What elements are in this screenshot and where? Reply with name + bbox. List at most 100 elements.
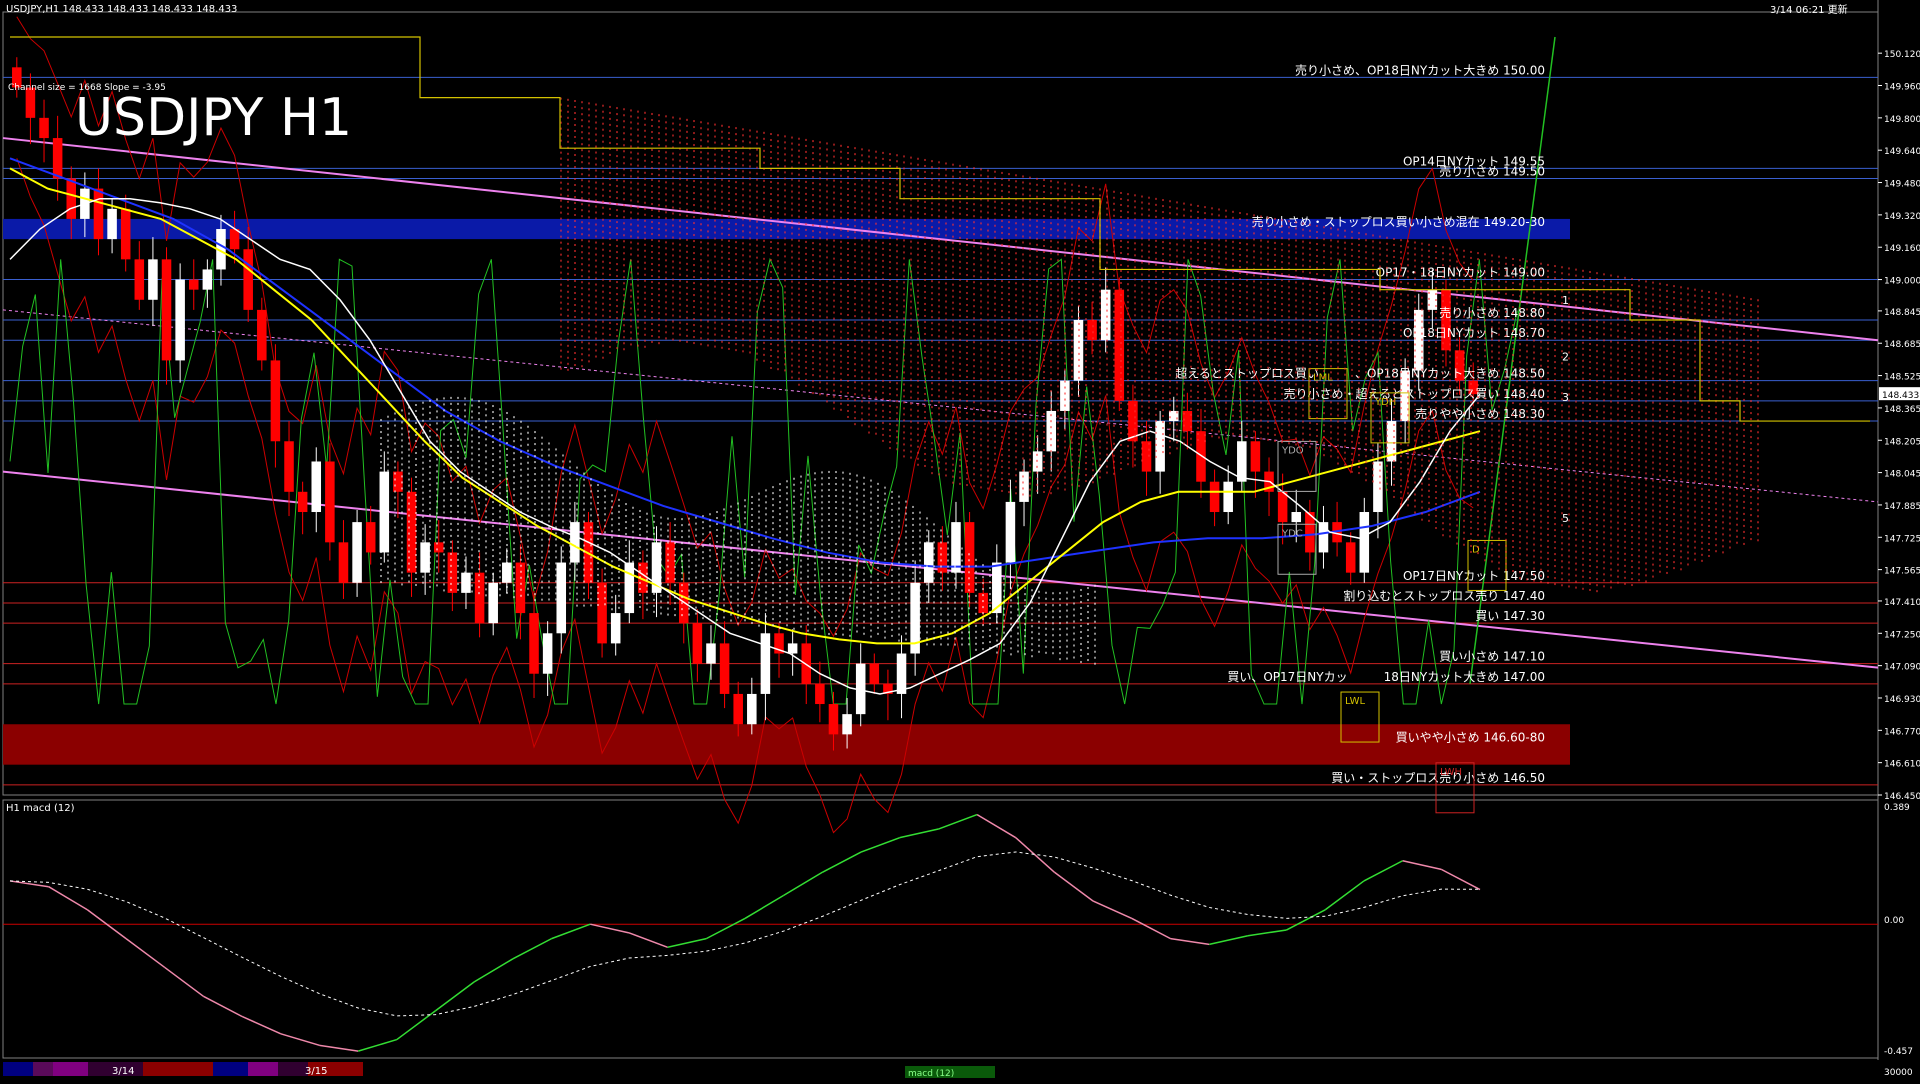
cloud-dot [616, 257, 618, 259]
cloud-dot [1015, 306, 1017, 308]
cloud-dot [819, 177, 821, 179]
cloud-dot [966, 208, 968, 210]
cloud-dot [805, 217, 807, 219]
cloud-dot [693, 240, 695, 242]
cloud-dot [1057, 283, 1059, 285]
cloud-dot [665, 163, 667, 165]
cloud-dot [903, 293, 905, 295]
cloud-dot [784, 369, 786, 371]
cloud-dot [763, 336, 765, 338]
cloud-dot [721, 131, 723, 133]
cloud-dot [1176, 225, 1178, 227]
cloud-dot [1099, 386, 1101, 388]
cloud-dot [1267, 367, 1269, 369]
cloud-dot [917, 452, 919, 454]
cloud-dot [714, 262, 716, 264]
cloud-dot [1183, 281, 1185, 283]
cloud-dot [1015, 432, 1017, 434]
cloud-dot [945, 354, 947, 356]
cloud-dot [945, 222, 947, 224]
cloud-dot [980, 246, 982, 248]
cloud-dot [819, 381, 821, 383]
cloud-dot [1064, 465, 1066, 467]
cloud-dot [1169, 266, 1171, 268]
cloud-dot [1078, 299, 1080, 301]
cloud-dot [1085, 390, 1087, 392]
cloud-dot [602, 357, 604, 359]
price-chart[interactable]: 売り小さめ、OP18日NYカット大きめ 150.00OP14日NYカット 149… [0, 0, 1920, 1080]
cloud-dot [567, 315, 569, 317]
cloud-dot [854, 279, 856, 281]
cloud-dot [1162, 403, 1164, 405]
cloud-dot [1085, 258, 1087, 260]
cloud-dot [637, 129, 639, 131]
cloud-dot [1085, 462, 1087, 464]
cloud-dot [1078, 305, 1080, 307]
cloud-dot [819, 141, 821, 143]
cloud-dot [959, 291, 961, 293]
cloud-dot [714, 238, 716, 240]
cloud-dot [980, 168, 982, 170]
cloud-dot [1064, 333, 1066, 335]
cloud-dot [1141, 262, 1143, 264]
cloud-dot [700, 259, 702, 261]
cloud-dot [560, 284, 562, 286]
cloud-dot [1050, 192, 1052, 194]
cloud-dot [812, 308, 814, 310]
cloud-dot [1022, 253, 1024, 255]
cloud-dot [1085, 378, 1087, 380]
cloud-dot [1176, 423, 1178, 425]
cloud-dot [728, 246, 730, 248]
cloud-dot [931, 340, 933, 342]
cloud-dot [882, 302, 884, 304]
cloud-dot [1190, 246, 1192, 248]
cloud-dot [805, 235, 807, 237]
cloud-dot [910, 325, 912, 327]
cloud-dot [1134, 398, 1136, 400]
cloud-dot [777, 170, 779, 172]
cloud-dot [1141, 250, 1143, 252]
cloud-dot [728, 150, 730, 152]
cloud-dot [917, 212, 919, 214]
cloud-dot [1120, 372, 1122, 374]
cloud-dot [1246, 375, 1248, 377]
cloud-dot [840, 271, 842, 273]
cloud-dot [735, 343, 737, 345]
cloud-dot [630, 163, 632, 165]
cloud-dot [1001, 280, 1003, 282]
cloud-dot [959, 369, 961, 371]
cloud-dot [651, 161, 653, 163]
cloud-dot [910, 157, 912, 159]
cloud-dot [777, 248, 779, 250]
cloud-dot [1085, 450, 1087, 452]
cloud-dot [1176, 381, 1178, 383]
cloud-dot [693, 132, 695, 134]
cloud-dot [966, 166, 968, 168]
cloud-dot [595, 296, 597, 298]
cloud-dot [679, 214, 681, 216]
cloud-dot [581, 257, 583, 259]
cloud-dot [945, 264, 947, 266]
cloud-dot [1008, 269, 1010, 271]
cloud-dot [1078, 233, 1080, 235]
cloud-dot [749, 291, 751, 293]
cloud-dot [1225, 414, 1227, 416]
cloud-dot [630, 169, 632, 171]
cloud-dot [749, 261, 751, 263]
cloud-dot [602, 105, 604, 107]
cloud-dot [1169, 386, 1171, 388]
cloud-dot [679, 220, 681, 222]
cloud-dot [1008, 233, 1010, 235]
cloud-dot [651, 221, 653, 223]
axis-tick-label: 146.770 [1884, 727, 1920, 737]
cloud-dot [1106, 424, 1108, 426]
cloud-dot [567, 117, 569, 119]
cloud-dot [721, 317, 723, 319]
level-annotation: 買い・ストップロス売り小さめ 146.50 [1331, 770, 1545, 785]
cloud-dot [1148, 377, 1150, 379]
cloud-dot [1064, 351, 1066, 353]
cloud-dot [1064, 183, 1066, 185]
cloud-dot [1176, 219, 1178, 221]
cloud-dot [1239, 368, 1241, 370]
cloud-dot [931, 214, 933, 216]
